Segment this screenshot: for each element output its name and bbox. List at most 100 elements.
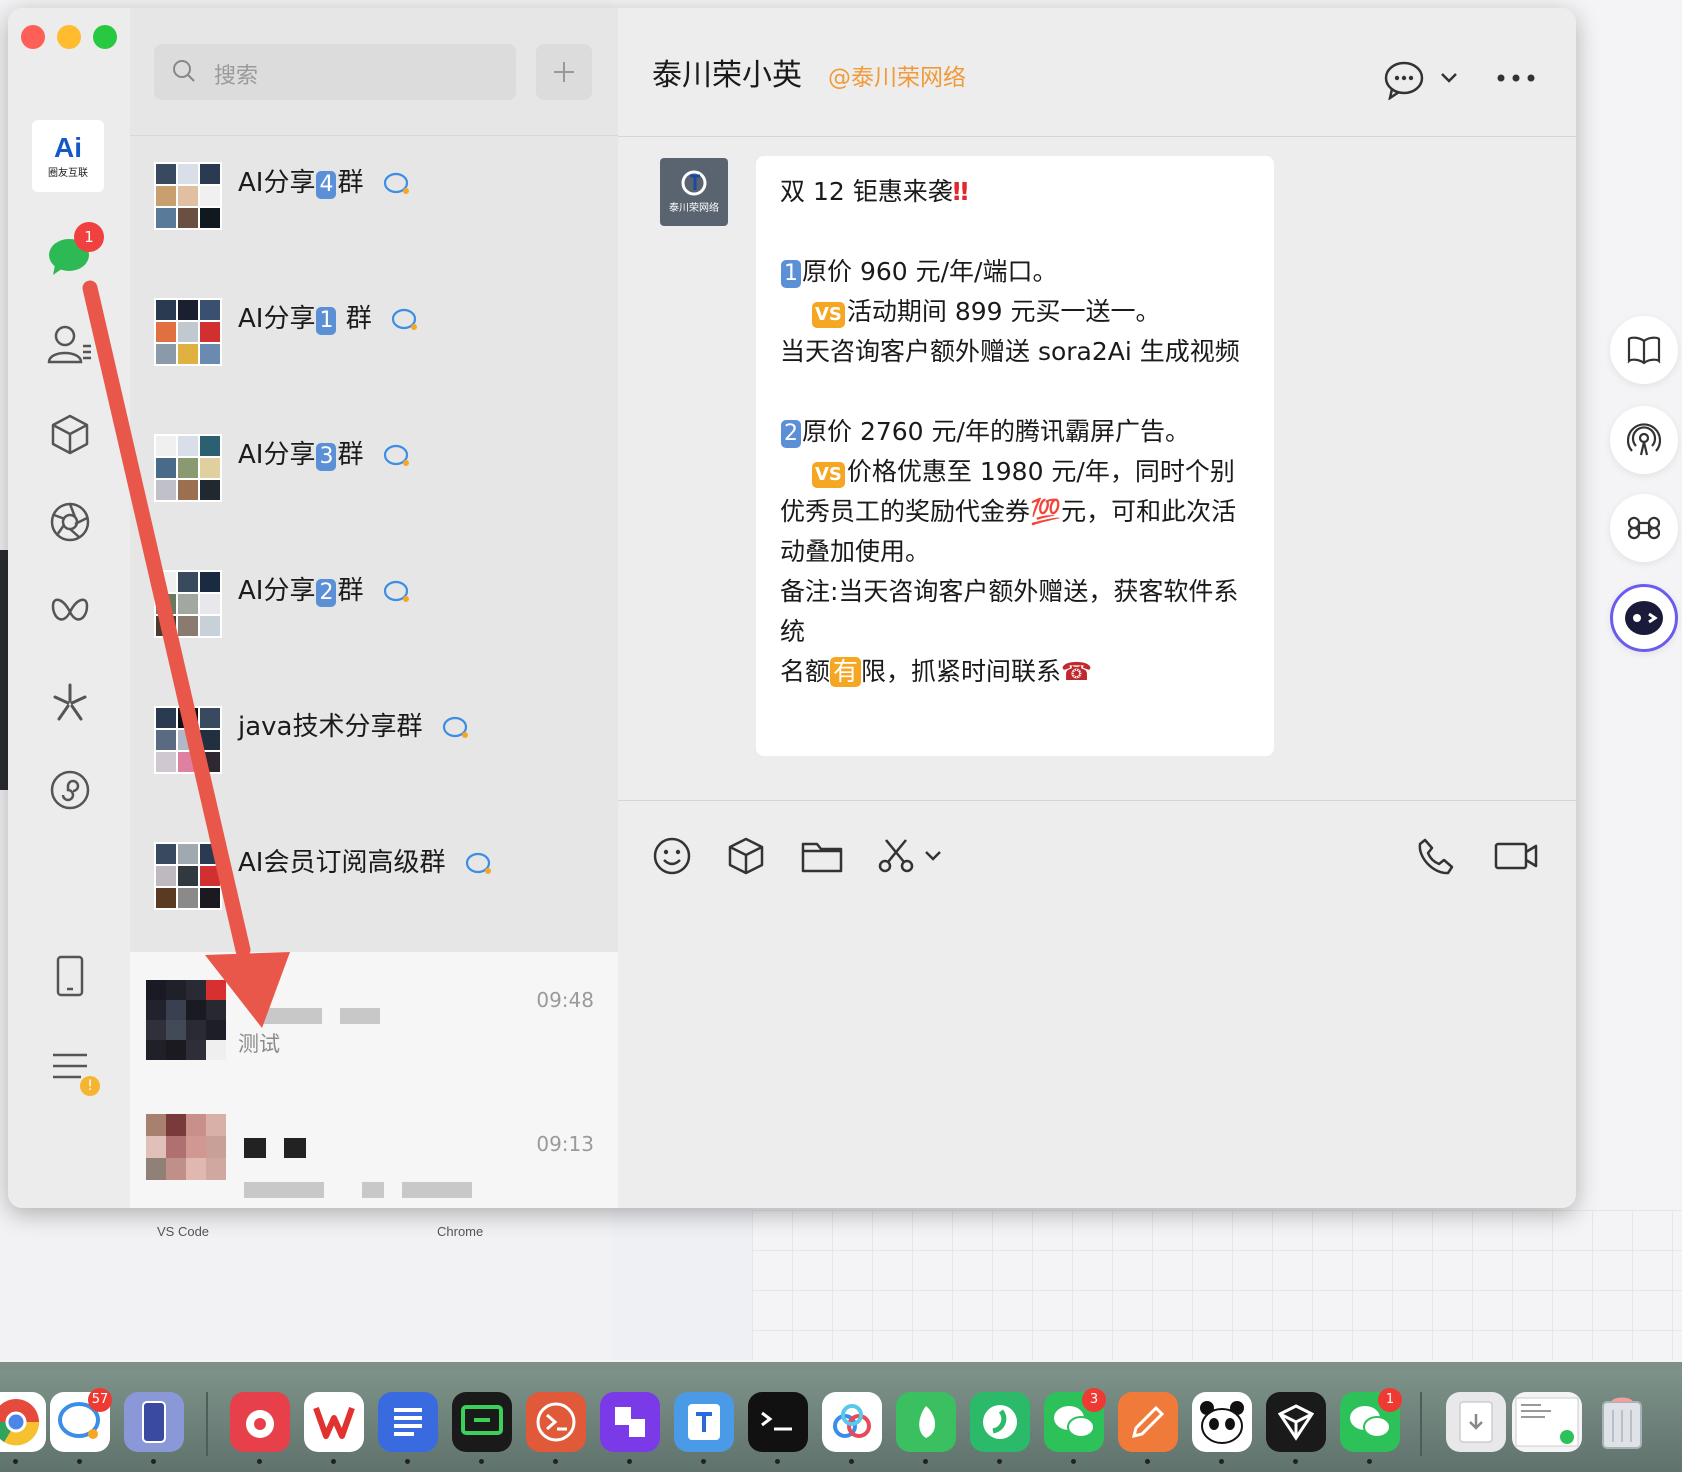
message-line: 名额有限，抓紧时间联系☎ [780, 652, 1250, 692]
screenshot-button[interactable] [874, 834, 918, 878]
zoom-window-button[interactable] [93, 25, 117, 49]
group-avatar [154, 298, 222, 366]
chat-item-group[interactable]: AI分享 3 群 [130, 408, 618, 544]
message-line: 2 原价 2760 元/年的腾讯霸屏广告。 [780, 412, 1250, 452]
nav-discover[interactable] [36, 668, 104, 736]
dock-chrome[interactable] [0, 1392, 46, 1452]
app-icon [1277, 1404, 1315, 1441]
keycap-number: 3 [316, 443, 337, 471]
minimize-window-button[interactable] [57, 25, 81, 49]
dock-running-indicator [1071, 1459, 1076, 1464]
cube-icon [728, 837, 764, 875]
wechat-window: Ai 圈友互联 1 ! 搜索 AI分享 4 群 AI分享 1 群 AI分享 3 … [8, 8, 1576, 1208]
dock-app-purple[interactable] [600, 1392, 660, 1452]
dock-running-indicator [405, 1459, 410, 1464]
dock-editor-blue[interactable] [378, 1392, 438, 1452]
open-book-icon [1627, 336, 1661, 365]
dock-terminal[interactable] [748, 1392, 808, 1452]
message-line: 备注:当天咨询客户额外赠送，获客软件系统 [780, 572, 1250, 652]
nav-menu[interactable]: ! [36, 1032, 104, 1100]
nav-favorites[interactable] [36, 400, 104, 468]
chat-title: 泰川荣小英 [652, 58, 802, 93]
dock-trash[interactable] [1592, 1392, 1652, 1452]
dock-running-indicator [997, 1459, 1002, 1464]
chat-bubble-dots-icon [1384, 61, 1424, 101]
dock-app-dark[interactable] [1266, 1392, 1326, 1452]
contact-avatar-blurred [146, 1114, 226, 1180]
add-button[interactable] [536, 44, 592, 100]
nav-moments[interactable] [36, 488, 104, 556]
dock-wps[interactable] [304, 1392, 364, 1452]
chat-list-panel: 搜索 AI分享 4 群 AI分享 1 群 AI分享 3 群 AI分享 2 群 j… [130, 8, 618, 1208]
ai-chat-icon [383, 444, 409, 466]
dock-app-green-2[interactable] [970, 1392, 1030, 1452]
nav-phone[interactable] [36, 942, 104, 1010]
assistant-button[interactable] [1610, 584, 1678, 652]
dock-terminal-green[interactable] [452, 1392, 512, 1452]
dock-panda-app[interactable] [1192, 1392, 1252, 1452]
app-icon [983, 1405, 1017, 1439]
nav-channels[interactable] [36, 578, 104, 646]
video-call-button[interactable] [1494, 834, 1538, 878]
dock-postman[interactable] [1118, 1392, 1178, 1452]
dock-recent-window[interactable] [1512, 1392, 1582, 1452]
dock-app-red[interactable] [230, 1392, 290, 1452]
contact-name-blurred [284, 1138, 306, 1158]
mini-program-icon [50, 770, 90, 810]
chat-info-button[interactable] [1384, 60, 1428, 104]
search-input[interactable]: 搜索 [154, 44, 516, 100]
group-avatar [154, 842, 222, 910]
nav-mini-programs[interactable] [36, 756, 104, 824]
chat-item-group[interactable]: AI分享 2 群 [130, 544, 618, 680]
apps-button[interactable] [1610, 494, 1678, 562]
chat-area: 泰川荣小英 @泰川荣网络 泰川荣网络 双 12 钜惠来袭‼ 1 原价 960 元/… [618, 8, 1576, 1208]
message-preview: 测试 [238, 1032, 280, 1056]
emoji-button[interactable] [650, 834, 694, 878]
app-logo[interactable]: Ai 圈友互联 [32, 120, 104, 192]
broadcast-button[interactable] [1610, 406, 1678, 474]
desktop-label-chrome[interactable]: Chrome [437, 1224, 483, 1239]
screenshot-options-button[interactable] [918, 834, 948, 878]
file-button[interactable] [800, 834, 844, 878]
contact-avatar-blurred [146, 980, 226, 1060]
dock-remote-desktop[interactable] [526, 1392, 586, 1452]
search-placeholder: 搜索 [214, 64, 259, 89]
close-window-button[interactable] [21, 25, 45, 49]
sender-avatar[interactable]: 泰川荣网络 [660, 158, 728, 226]
message-line: VS 活动期间 899 元买一送一。 [780, 292, 1250, 332]
reader-button[interactable] [1610, 316, 1678, 384]
app-icon [615, 1407, 645, 1437]
message-line: 1 原价 960 元/年/端口。 [780, 252, 1250, 292]
message-bubble[interactable]: 双 12 钜惠来袭‼ 1 原价 960 元/年/端口。 VS 活动期间 899 元买… [756, 156, 1274, 756]
dock-app-green[interactable] [896, 1392, 956, 1452]
desktop-label-vscode[interactable]: VS Code [157, 1224, 209, 1239]
message-text: 原价 960 元/年/端口。 [802, 257, 1058, 286]
monitor-icon [461, 1405, 503, 1435]
chat-item-contact[interactable]: 09:48 测试 [130, 952, 618, 1084]
chat-item-group[interactable]: AI分享 4 群 [130, 136, 618, 272]
dock-badge: 1 [1378, 1388, 1402, 1412]
chat-item-group[interactable]: AI分享 1 群 [130, 272, 618, 408]
window-thumbnail-icon [1515, 1397, 1579, 1447]
more-options-button[interactable] [1496, 68, 1536, 92]
sender-avatar-caption: 泰川荣网络 [669, 203, 719, 214]
dock-baidu-netdisk[interactable] [822, 1392, 882, 1452]
dock-downloads[interactable] [1446, 1392, 1506, 1452]
menu-alert-badge: ! [80, 1076, 100, 1096]
dock-simulator[interactable] [124, 1392, 184, 1452]
chat-item-group[interactable]: AI会员订阅高级群 [130, 816, 618, 952]
favorites-button[interactable] [724, 834, 768, 878]
nav-contacts[interactable] [36, 310, 104, 378]
chat-dropdown-button[interactable] [1438, 68, 1460, 92]
desktop-panel [612, 1200, 752, 1360]
dock-running-indicator [13, 1459, 18, 1464]
group-name: AI分享 4 群 [238, 162, 412, 199]
company-logo-icon [681, 170, 707, 196]
nav-chats[interactable]: 1 [36, 222, 104, 292]
chat-item-contact[interactable]: 09:13 [130, 1084, 618, 1208]
document-lines-icon [394, 1408, 422, 1436]
keycap-number: 2 [781, 420, 801, 448]
chat-item-group[interactable]: java技术分享群 [130, 680, 618, 816]
dock-typora[interactable] [674, 1392, 734, 1452]
voice-call-button[interactable] [1414, 834, 1458, 878]
